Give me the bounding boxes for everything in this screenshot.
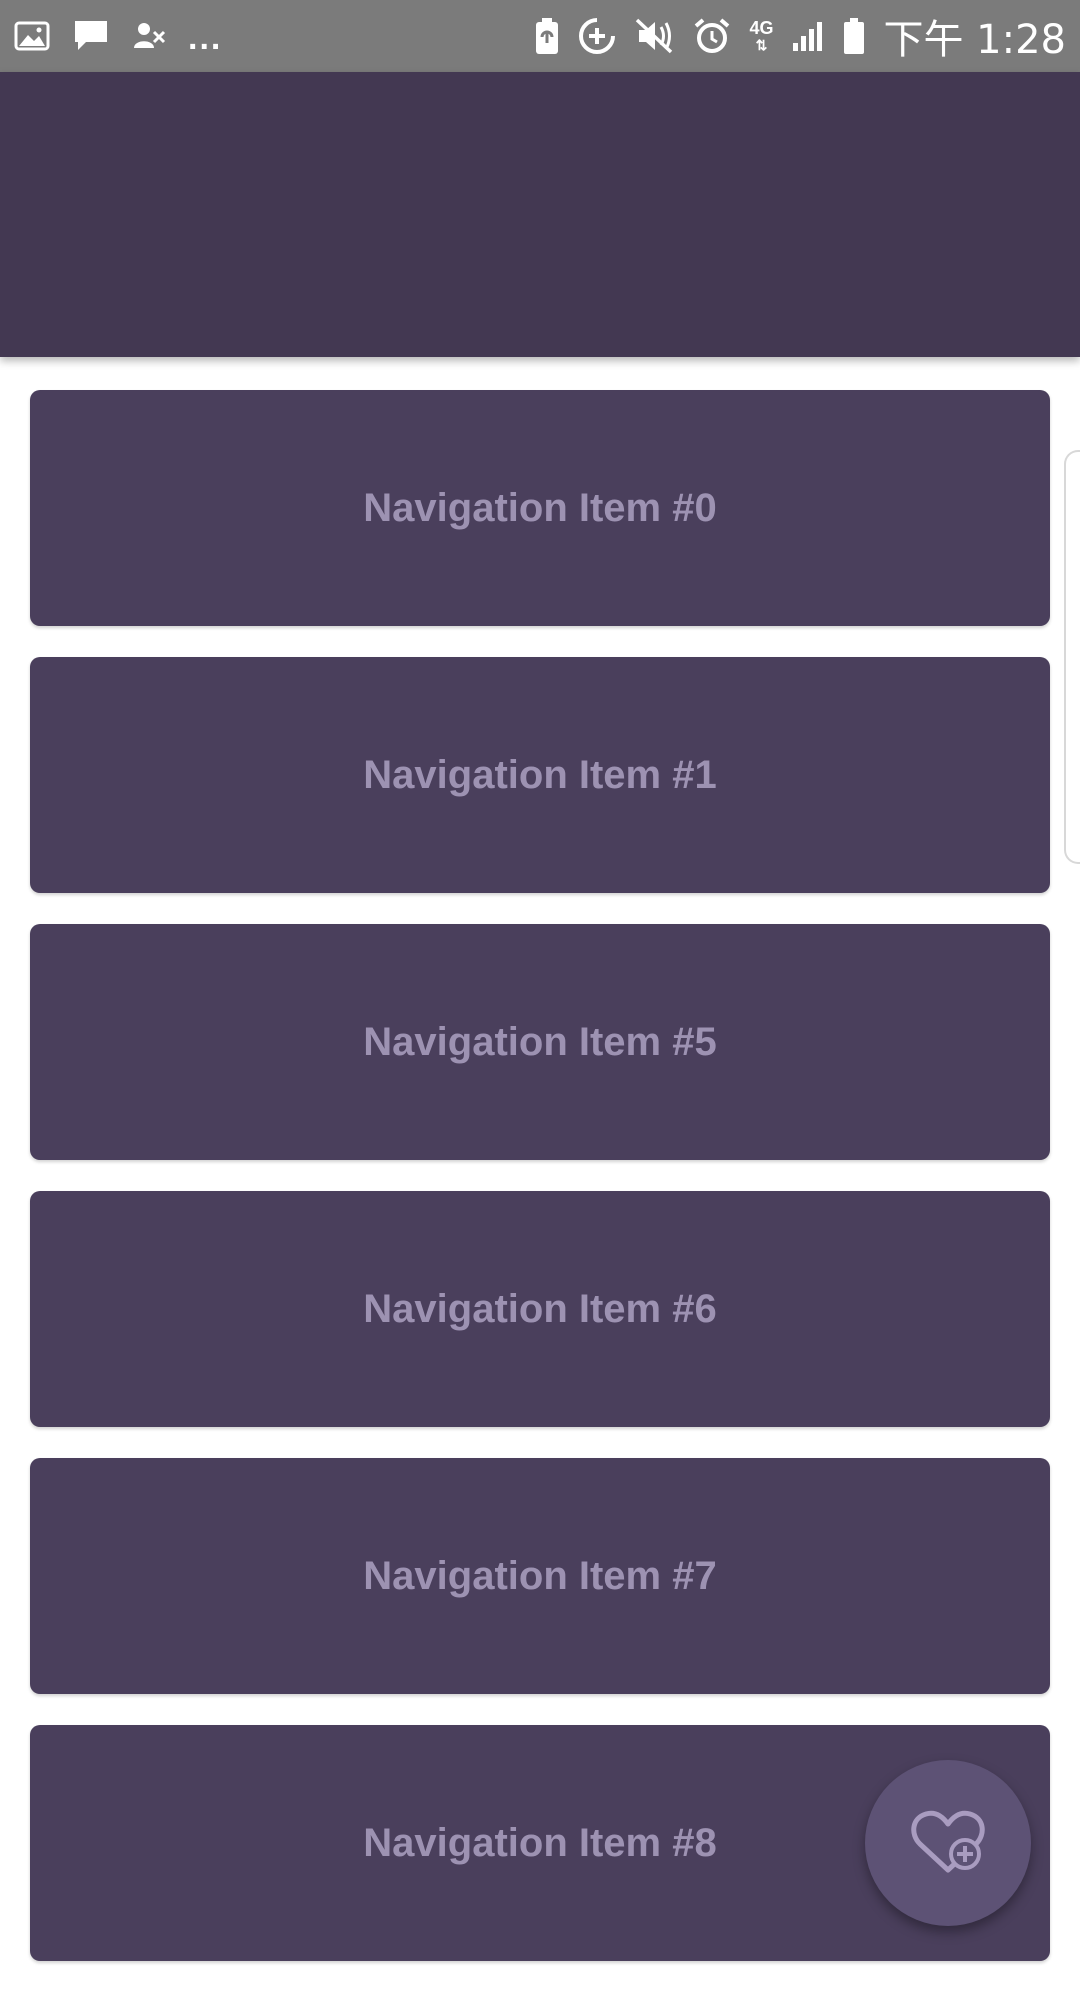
navigation-list: Navigation Item #0 Navigation Item #1 Na… — [30, 390, 1050, 1992]
overflow-indicator: ... — [188, 19, 223, 57]
network-type-text: 4G — [749, 17, 774, 38]
nav-item-label: Navigation Item #5 — [363, 1019, 717, 1064]
nav-item-5[interactable]: Navigation Item #5 — [30, 924, 1050, 1160]
gallery-icon — [14, 20, 50, 52]
nav-item-label: Navigation Item #1 — [363, 752, 717, 797]
app-bar — [0, 72, 1080, 357]
data-saver-icon — [577, 16, 617, 56]
status-clock: 下午 1:28 — [883, 17, 1066, 63]
nav-item-label: Navigation Item #6 — [363, 1286, 717, 1331]
battery-saver-icon — [535, 17, 559, 55]
status-bar: ... 4G ⇅ 下午 1:28 — [0, 0, 1080, 72]
nav-item-label: Navigation Item #0 — [363, 485, 717, 530]
alarm-icon — [693, 17, 731, 55]
nav-item-label: Navigation Item #7 — [363, 1553, 717, 1598]
battery-icon — [843, 17, 865, 55]
nav-item-label: Navigation Item #8 — [363, 1820, 717, 1865]
favorite-add-button[interactable] — [865, 1760, 1031, 1926]
network-type-label: 4G ⇅ — [749, 17, 774, 53]
data-arrows-icon: ⇅ — [755, 36, 768, 53]
signal-icon — [791, 19, 825, 53]
nav-item-1[interactable]: Navigation Item #1 — [30, 657, 1050, 893]
contacts-icon — [132, 20, 166, 52]
nav-item-7[interactable]: Navigation Item #7 — [30, 1458, 1050, 1694]
message-icon — [72, 18, 110, 54]
status-bar-left: ... — [14, 17, 222, 55]
nav-item-0[interactable]: Navigation Item #0 — [30, 390, 1050, 626]
mute-icon — [635, 17, 675, 55]
status-bar-right: 4G ⇅ 下午 1:28 — [535, 7, 1066, 65]
nav-item-6[interactable]: Navigation Item #6 — [30, 1191, 1050, 1427]
heart-plus-icon — [910, 1808, 986, 1878]
edge-panel-handle[interactable] — [1064, 450, 1080, 864]
